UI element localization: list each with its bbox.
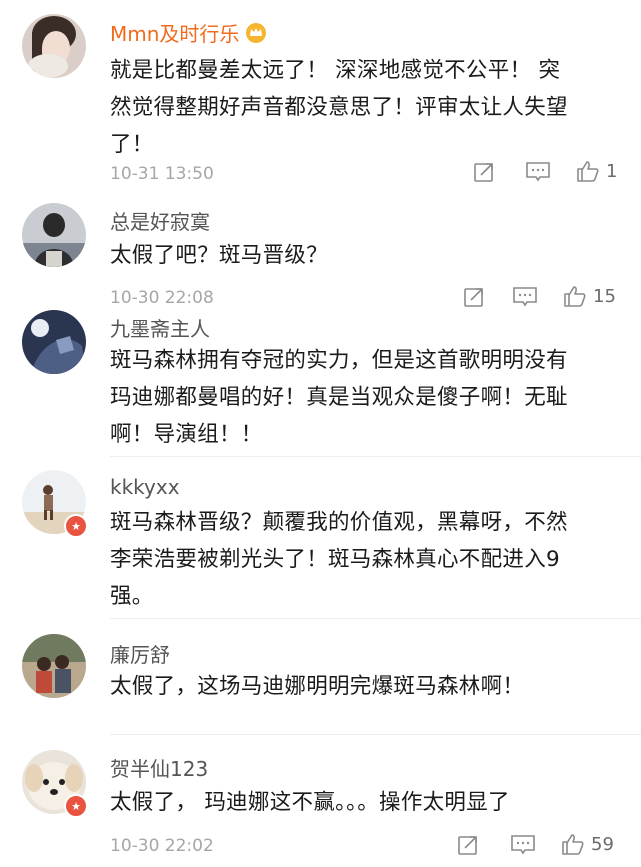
comment-text: 太假了，这场马迪娜明明完爆斑马森林啊！ xyxy=(110,674,525,699)
divider xyxy=(110,618,641,619)
divider xyxy=(110,734,641,735)
comment-text: 太假了吧？斑马晋级？ xyxy=(110,243,329,268)
like-button[interactable]: 15 xyxy=(563,284,616,308)
username[interactable]: 贺半仙123 xyxy=(110,753,208,782)
like-button[interactable]: 1 xyxy=(576,159,617,183)
comment-text: 太假了， 玛迪娜这不赢。。。操作太明显了 xyxy=(110,790,510,815)
avatar[interactable] xyxy=(22,634,86,698)
avatar[interactable] xyxy=(22,310,86,374)
divider xyxy=(110,456,641,457)
repost-button[interactable] xyxy=(456,833,480,857)
comment-text: 斑马森林晋级？颠覆我的价值观，黑幕呀，不然 李荣浩要被剃光头了！斑马森林真心不配… xyxy=(110,510,568,609)
timestamp: 10-30 22:08 xyxy=(110,288,214,308)
like-count: 15 xyxy=(593,285,616,307)
crown-badge-icon xyxy=(245,22,267,49)
timestamp: 10-31 13:50 xyxy=(110,164,214,184)
like-count: 1 xyxy=(606,160,618,182)
repost-icon xyxy=(464,288,483,307)
avatar[interactable] xyxy=(22,14,86,78)
star-badge-icon: ★ xyxy=(71,519,81,533)
timestamp: 10-30 22:02 xyxy=(110,836,214,856)
comment-button[interactable] xyxy=(525,160,551,184)
like-count: 59 xyxy=(591,833,614,855)
comment-text: 就是比都曼差太远了！ 深深地感觉不公平！ 突 然觉得整期好声音都没意思了！评审太… xyxy=(110,58,568,157)
thumbs-up-icon xyxy=(562,834,584,855)
comment-button[interactable] xyxy=(512,285,538,309)
verified-badge: ★ xyxy=(64,514,88,538)
repost-button[interactable] xyxy=(462,285,486,309)
repost-icon xyxy=(474,163,493,182)
verified-badge: ★ xyxy=(64,794,88,818)
avatar[interactable] xyxy=(22,203,86,267)
like-button[interactable]: 59 xyxy=(561,832,614,856)
repost-icon xyxy=(458,836,477,855)
comment-text: 斑马森林拥有夺冠的实力，但是这首歌明明没有 玛迪娜都曼唱的好！真是当观众是傻子啊… xyxy=(110,348,568,447)
username[interactable]: 九墨斋主人 xyxy=(110,313,210,342)
star-badge-icon: ★ xyxy=(71,799,81,813)
comment-icon xyxy=(526,162,550,182)
username[interactable]: 总是好寂寞 xyxy=(110,206,210,235)
thumbs-up-icon xyxy=(577,161,599,182)
comment-button[interactable] xyxy=(510,833,536,857)
username[interactable]: 廉厉舒 xyxy=(110,639,170,668)
comment-icon xyxy=(513,287,537,307)
username[interactable]: Mmn及时行乐 xyxy=(110,18,267,49)
username[interactable]: kkkyxx xyxy=(110,475,180,499)
comment-icon xyxy=(511,835,535,855)
thumbs-up-icon xyxy=(564,286,586,307)
repost-button[interactable] xyxy=(472,160,496,184)
